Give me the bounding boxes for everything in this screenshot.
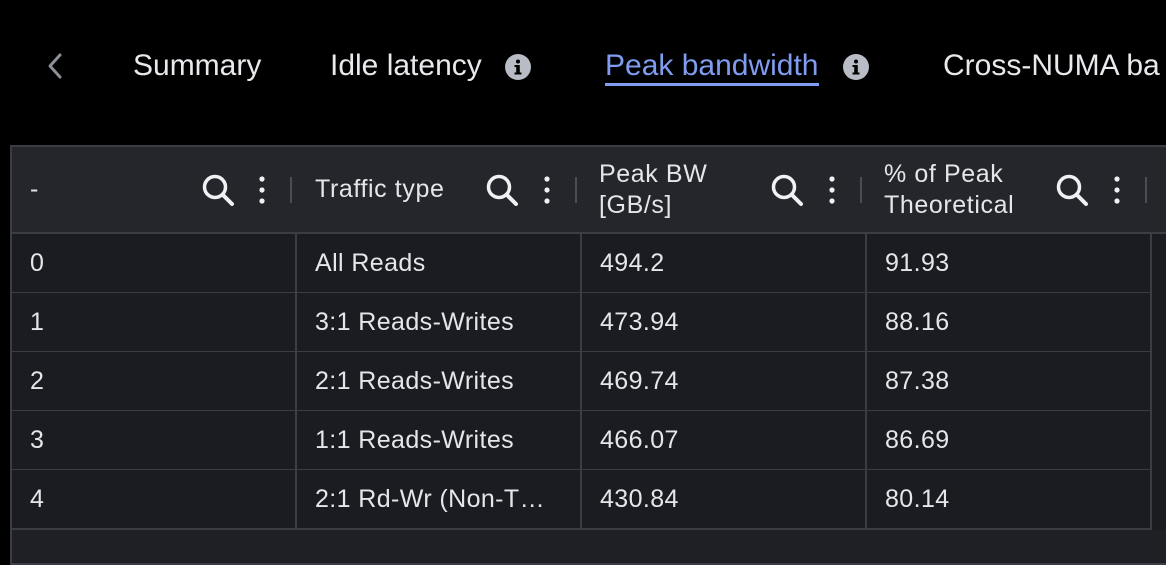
column-header-peak-bw[interactable]: Peak BW [GB/s] <box>582 147 867 232</box>
chevron-left-icon[interactable] <box>40 50 70 82</box>
column-header-label: Peak BW [GB/s] <box>599 147 707 232</box>
cell-traffic-type: All Reads <box>315 249 426 277</box>
column-header-label: - <box>30 175 39 203</box>
kebab-menu-icon[interactable] <box>827 175 837 205</box>
table-row[interactable]: 1 3:1 Reads-Writes 473.94 88.16 <box>12 293 1152 353</box>
tab-peak-bandwidth[interactable]: Peak bandwidth <box>605 44 819 90</box>
tab-summary[interactable]: Summary <box>133 44 261 90</box>
tab-cross-numa-bandwidth[interactable]: Cross-NUMA ba <box>943 44 1160 90</box>
kebab-menu-icon[interactable] <box>257 175 267 205</box>
cell-index: 3 <box>30 426 45 454</box>
data-table: - Traffic type Peak BW [GB/s] % of Peak … <box>10 145 1166 565</box>
tab-label: Summary <box>133 49 262 82</box>
column-divider <box>295 234 297 530</box>
tab-idle-latency[interactable]: Idle latency <box>330 44 482 90</box>
tab-label: Cross-NUMA ba <box>943 49 1160 82</box>
info-icon[interactable] <box>843 54 869 80</box>
cell-pct-peak: 87.38 <box>885 367 950 395</box>
column-header-line: % of Peak <box>884 159 1004 188</box>
cell-pct-peak: 88.16 <box>885 308 950 336</box>
column-header-line: [GB/s] <box>599 190 673 219</box>
cell-index: 1 <box>30 308 45 336</box>
search-icon[interactable] <box>1054 172 1090 208</box>
table-row[interactable]: 4 2:1 Rd-Wr (Non-T… 430.84 80.14 <box>12 470 1152 530</box>
column-header-traffic-type[interactable]: Traffic type <box>297 147 582 232</box>
search-icon[interactable] <box>200 172 236 208</box>
column-resize-handle[interactable] <box>1145 177 1147 203</box>
column-header-line: Theoretical <box>884 190 1015 219</box>
cell-peak-bw: 494.2 <box>600 249 665 277</box>
cell-pct-peak: 80.14 <box>885 485 950 513</box>
column-resize-handle[interactable] <box>575 177 577 203</box>
cell-pct-peak: 91.93 <box>885 249 950 277</box>
column-resize-handle[interactable] <box>290 177 292 203</box>
cell-traffic-type: 3:1 Reads-Writes <box>315 308 515 336</box>
cell-traffic-type: 1:1 Reads-Writes <box>315 426 515 454</box>
table-row[interactable]: 2 2:1 Reads-Writes 469.74 87.38 <box>12 352 1152 412</box>
column-divider <box>580 234 582 530</box>
table-row[interactable]: 0 All Reads 494.2 91.93 <box>12 234 1152 294</box>
kebab-menu-icon[interactable] <box>1112 175 1122 205</box>
column-header-label: Traffic type <box>315 175 445 203</box>
column-resize-handle[interactable] <box>860 177 862 203</box>
cell-index: 0 <box>30 249 45 277</box>
column-divider <box>865 234 867 530</box>
cell-peak-bw: 466.07 <box>600 426 679 454</box>
cell-index: 2 <box>30 367 45 395</box>
search-icon[interactable] <box>769 172 805 208</box>
cell-traffic-type: 2:1 Reads-Writes <box>315 367 515 395</box>
cell-traffic-type: 2:1 Rd-Wr (Non-T… <box>315 485 545 513</box>
horizontal-scroll-area[interactable] <box>12 530 1166 563</box>
cell-index: 4 <box>30 485 45 513</box>
cell-peak-bw: 469.74 <box>600 367 679 395</box>
cell-peak-bw: 473.94 <box>600 308 679 336</box>
tab-bar: Summary Idle latency Peak bandwidth Cros… <box>0 0 1166 132</box>
column-header-line: Peak BW <box>599 159 708 188</box>
tab-label: Peak bandwidth <box>605 49 819 86</box>
cell-pct-peak: 86.69 <box>885 426 950 454</box>
table-header: - Traffic type Peak BW [GB/s] % of Peak … <box>12 147 1166 234</box>
column-header-pct-peak[interactable]: % of Peak Theoretical <box>867 147 1157 232</box>
column-header-index[interactable]: - <box>12 147 297 232</box>
tab-label: Idle latency <box>330 49 482 82</box>
column-header-label: % of Peak Theoretical <box>884 147 1014 232</box>
info-icon[interactable] <box>505 54 531 80</box>
table-row[interactable]: 3 1:1 Reads-Writes 466.07 86.69 <box>12 411 1152 471</box>
kebab-menu-icon[interactable] <box>542 175 552 205</box>
cell-peak-bw: 430.84 <box>600 485 679 513</box>
search-icon[interactable] <box>484 172 520 208</box>
column-divider <box>1150 234 1152 530</box>
